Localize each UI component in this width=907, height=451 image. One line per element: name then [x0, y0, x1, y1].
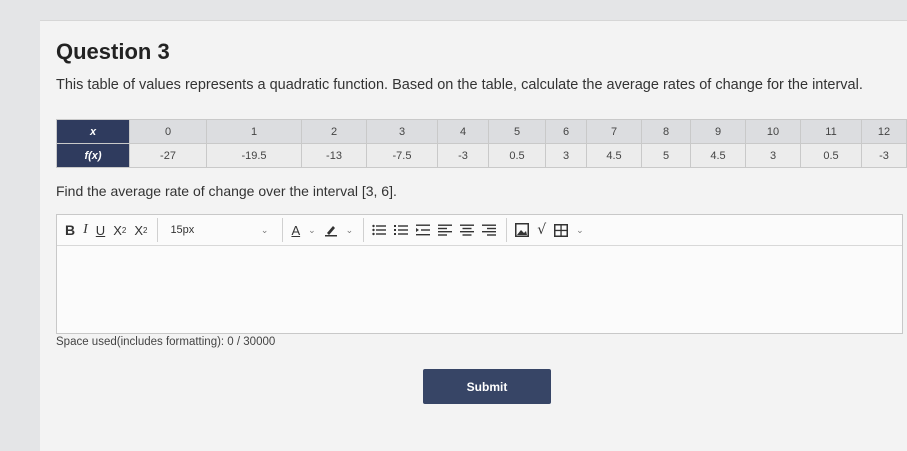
rich-text-editor: B I U X2 X2 15px ⌄ A ⌄ ⌄ √ ⌄: [56, 214, 903, 334]
x-cell: 6: [545, 119, 587, 144]
chevron-down-icon: ⌄: [260, 224, 269, 235]
fx-cell: 4.5: [586, 143, 642, 168]
x-cell: 11: [800, 119, 862, 144]
underline-button[interactable]: U: [96, 219, 105, 241]
subscript-button[interactable]: X2: [134, 219, 147, 241]
x-row: x 0 1 2 3 4 5 6 7 8 9 10 11 12: [56, 119, 907, 144]
x-cell: 9: [690, 119, 746, 144]
fx-cell: 5: [641, 143, 691, 168]
chevron-down-icon[interactable]: ⌄: [576, 219, 584, 241]
x-cell: 2: [301, 119, 367, 144]
text-color-button[interactable]: A: [291, 219, 300, 241]
x-cell: 1: [206, 119, 302, 144]
x-cell: 0: [129, 119, 207, 144]
fx-cell: -3: [861, 143, 907, 168]
toolbar-divider: [506, 218, 508, 242]
align-left-icon[interactable]: [438, 219, 453, 241]
table-icon[interactable]: [554, 219, 569, 241]
chevron-down-icon[interactable]: ⌄: [308, 219, 316, 241]
font-size-value: 15px: [170, 224, 195, 236]
fx-cell: 4.5: [690, 143, 746, 168]
toolbar-divider: [363, 218, 365, 242]
fx-cell: -7.5: [366, 143, 438, 168]
x-cell: 5: [488, 119, 546, 144]
font-size-select[interactable]: 15px ⌄: [166, 219, 272, 241]
question-prompt: This table of values represents a quadra…: [56, 77, 863, 93]
fx-row: f(x) -27 -19.5 -13 -7.5 -3 0.5 3 4.5 5 4…: [56, 143, 907, 168]
values-table: x 0 1 2 3 4 5 6 7 8 9 10 11 12 f(x) -27 …: [56, 119, 907, 168]
chevron-down-icon[interactable]: ⌄: [346, 219, 354, 241]
math-equation-icon[interactable]: √: [537, 219, 546, 241]
highlight-pen-icon[interactable]: [324, 219, 338, 241]
subquestion-text: Find the average rate of change over the…: [56, 183, 397, 199]
superscript-button[interactable]: X2: [113, 219, 126, 241]
x-cell: 12: [861, 119, 907, 144]
submit-button[interactable]: Submit: [423, 369, 551, 404]
question-title: Question 3: [56, 39, 170, 64]
italic-button[interactable]: I: [83, 219, 88, 241]
x-header-cell: x: [56, 119, 130, 144]
x-cell: 8: [641, 119, 691, 144]
indent-icon[interactable]: [416, 219, 431, 241]
x-cell: 4: [437, 119, 489, 144]
space-used-text: Space used(includes formatting): 0 / 300…: [56, 336, 276, 348]
fx-cell: -3: [437, 143, 489, 168]
toolbar-divider: [282, 218, 284, 242]
fx-header-cell: f(x): [56, 143, 130, 168]
x-cell: 3: [366, 119, 438, 144]
align-right-icon[interactable]: [482, 219, 497, 241]
x-cell: 7: [586, 119, 642, 144]
fx-cell: -27: [129, 143, 207, 168]
answer-text-area[interactable]: [57, 246, 902, 332]
image-icon[interactable]: [515, 219, 530, 241]
bold-button[interactable]: B: [65, 219, 75, 241]
align-center-icon[interactable]: [460, 219, 475, 241]
fx-cell: -13: [301, 143, 367, 168]
toolbar-divider: [157, 218, 159, 242]
fx-cell: 0.5: [488, 143, 546, 168]
fx-cell: 3: [545, 143, 587, 168]
x-cell: 10: [745, 119, 801, 144]
bullet-list-icon[interactable]: [372, 219, 387, 241]
editor-toolbar: B I U X2 X2 15px ⌄ A ⌄ ⌄ √ ⌄: [57, 215, 902, 246]
numbered-list-icon[interactable]: [394, 219, 409, 241]
fx-cell: 3: [745, 143, 801, 168]
fx-cell: 0.5: [800, 143, 862, 168]
fx-cell: -19.5: [206, 143, 302, 168]
